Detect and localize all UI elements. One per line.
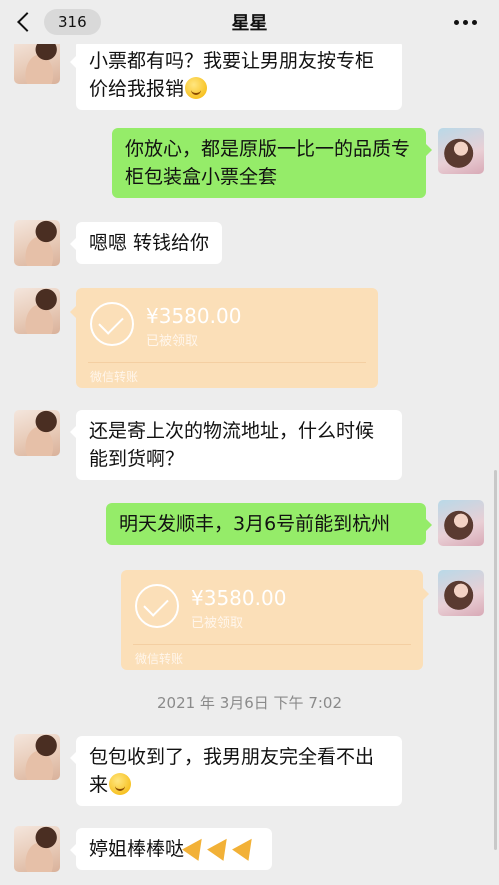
party-popper-icon [182, 833, 210, 861]
message-text: 嗯嗯 转钱给你 [89, 232, 210, 254]
message-bubble-outgoing[interactable]: 你放心，都是原版一比一的品质专柜包装盒小票全套 [112, 128, 432, 198]
received-check-icon [135, 584, 179, 628]
message-text: 小票都有吗？我要让男朋友按专柜价给我报销 [89, 50, 375, 100]
back-button[interactable]: 316 [14, 9, 101, 35]
contact-avatar[interactable] [14, 288, 60, 334]
scrollbar[interactable] [494, 470, 497, 850]
more-dot-icon [463, 20, 468, 25]
chevron-left-icon [17, 12, 37, 32]
message-bubble-outgoing[interactable]: 明天发顺丰，3月6号前能到杭州 [106, 503, 432, 545]
message-bubble-incoming[interactable]: 嗯嗯 转钱给你 [69, 222, 223, 264]
contact-avatar[interactable] [14, 410, 60, 456]
my-avatar[interactable] [438, 128, 484, 174]
chat-header: 316 星星 [0, 0, 499, 44]
wechat-transfer-card[interactable]: ¥3580.00 已被领取 微信转账 [121, 570, 429, 670]
unread-count-badge: 316 [44, 9, 101, 35]
thinking-face-icon [185, 77, 208, 99]
transfer-amount: ¥3580.00 [146, 304, 242, 328]
transfer-amount: ¥3580.00 [191, 586, 287, 610]
transfer-divider [133, 644, 411, 645]
message-timestamp: 2021 年 3月6日 下午 7:02 [156, 694, 343, 712]
contact-avatar[interactable] [14, 826, 60, 872]
message-text: 婷姐棒棒哒 [89, 838, 185, 860]
contact-avatar[interactable] [14, 220, 60, 266]
transfer-divider [88, 362, 366, 363]
transfer-footer: 微信转账 [135, 652, 184, 666]
message-bubble-incoming[interactable]: 婷姐棒棒哒 [69, 828, 273, 870]
chat-title: 星星 [231, 13, 268, 34]
transfer-status: 已被领取 [191, 616, 244, 631]
party-popper-icon [207, 833, 235, 861]
wechat-transfer-card[interactable]: ¥3580.00 已被领取 微信转账 [70, 288, 378, 388]
message-text: 明天发顺丰，3月6号前能到杭州 [119, 513, 391, 535]
message-bubble-incoming[interactable]: 小票都有吗？我要让男朋友按专柜价给我报销 [70, 40, 402, 110]
received-check-icon [90, 302, 134, 346]
more-options-button[interactable] [454, 20, 477, 25]
contact-avatar[interactable] [14, 734, 60, 780]
party-popper-icon [232, 833, 260, 861]
more-dot-icon [472, 20, 477, 25]
transfer-footer: 微信转账 [90, 370, 139, 384]
message-bubble-incoming[interactable]: 包包收到了，我男朋友完全看不出来 [70, 736, 402, 806]
transfer-status: 已被领取 [146, 334, 199, 349]
contact-avatar[interactable] [14, 38, 60, 84]
message-text: 包包收到了，我男朋友完全看不出来 [89, 746, 375, 796]
my-avatar[interactable] [438, 500, 484, 546]
thinking-face-icon [109, 773, 132, 795]
message-text: 你放心，都是原版一比一的品质专柜包装盒小票全套 [125, 138, 411, 188]
message-bubble-incoming[interactable]: 还是寄上次的物流地址，什么时候能到货啊？ [70, 410, 402, 480]
message-text: 还是寄上次的物流地址，什么时候能到货啊？ [89, 420, 375, 470]
my-avatar[interactable] [438, 570, 484, 616]
more-dot-icon [454, 20, 459, 25]
